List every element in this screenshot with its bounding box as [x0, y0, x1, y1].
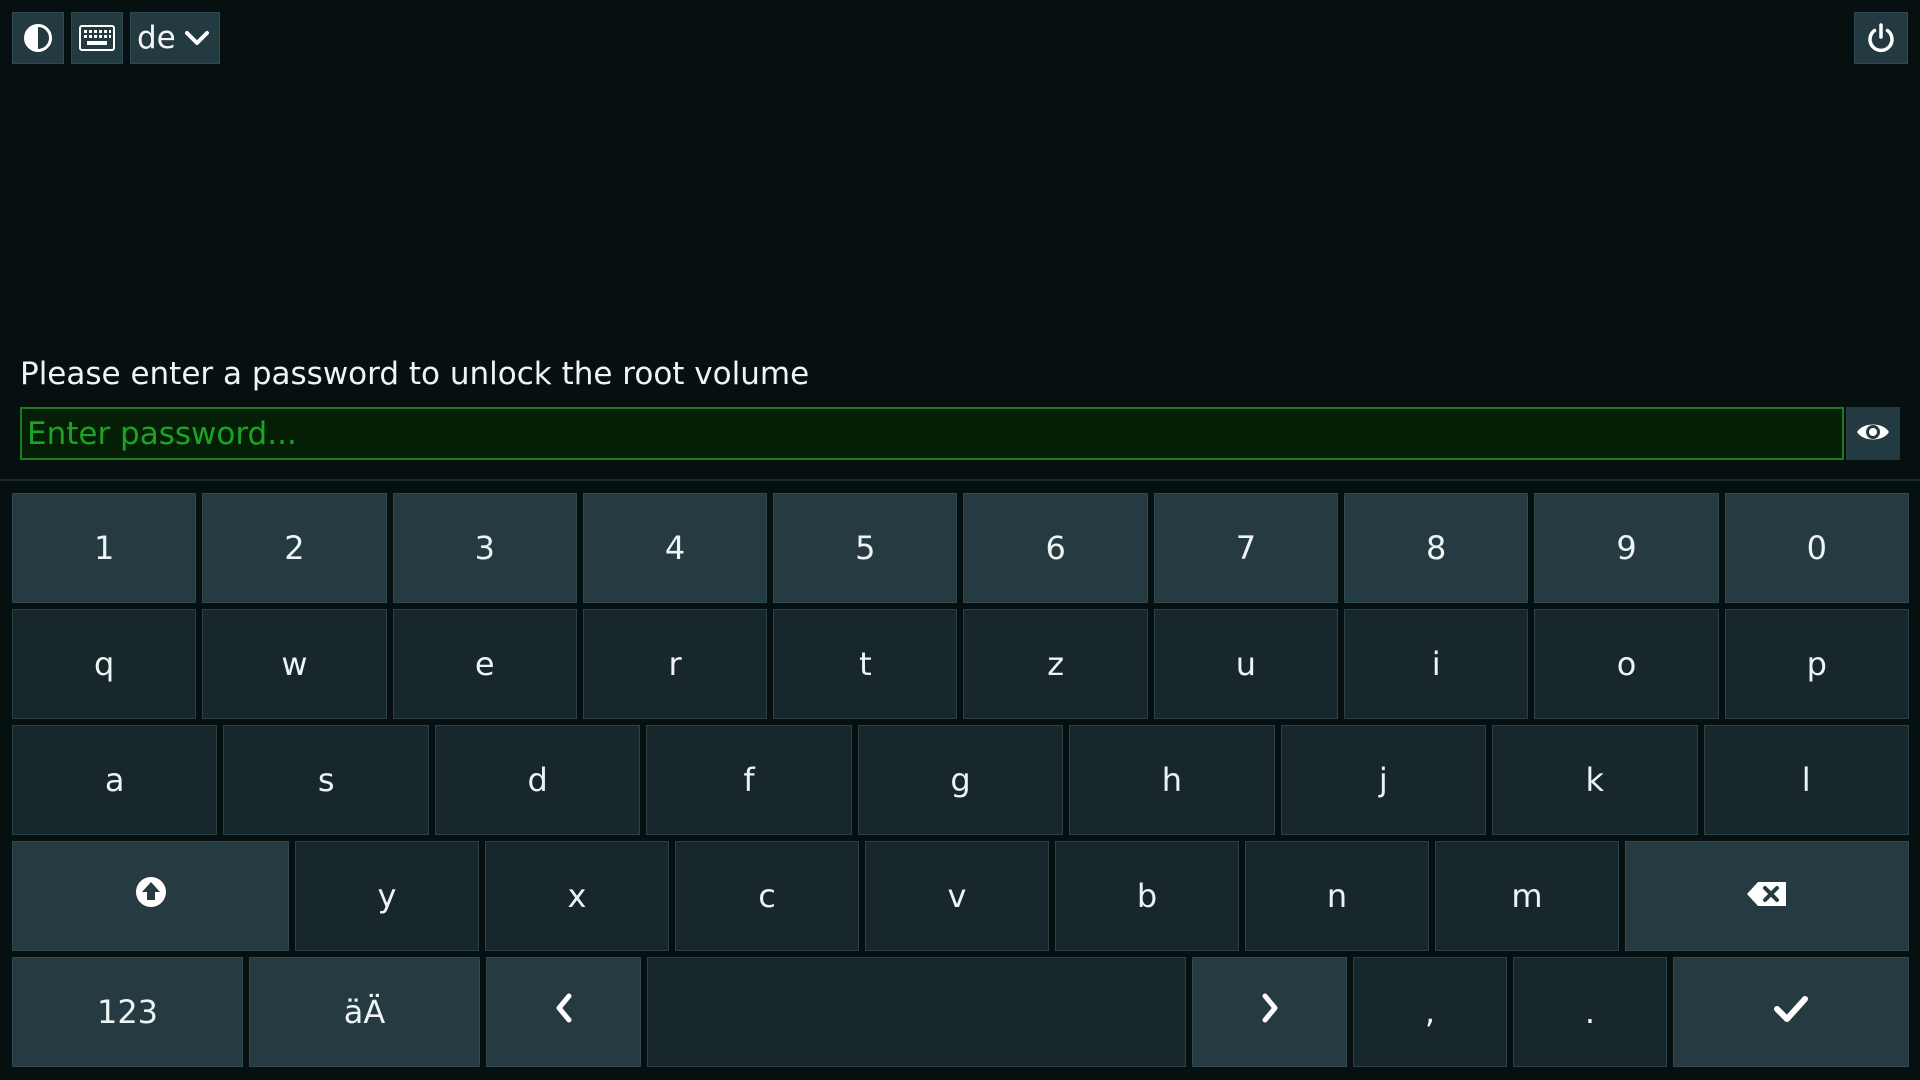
key-r[interactable]: r [582, 609, 768, 719]
umlaut-mode-key[interactable]: äÄ [249, 957, 480, 1067]
key-x[interactable]: x [485, 841, 669, 951]
on-screen-keyboard: 1 2 3 4 5 6 7 8 9 0 q w e r t z u i o p … [12, 493, 1909, 1073]
key-1[interactable]: 1 [12, 493, 197, 603]
password-input[interactable] [20, 407, 1844, 460]
key-o[interactable]: o [1534, 609, 1719, 719]
key-0[interactable]: 0 [1724, 493, 1909, 603]
cursor-right-key[interactable] [1192, 957, 1347, 1067]
key-m[interactable]: m [1435, 841, 1619, 951]
key-d[interactable]: d [434, 725, 641, 835]
key-5[interactable]: 5 [773, 493, 958, 603]
key-c[interactable]: c [675, 841, 859, 951]
key-6[interactable]: 6 [963, 493, 1148, 603]
key-s[interactable]: s [223, 725, 429, 835]
shift-icon [135, 876, 167, 916]
key-u[interactable]: u [1153, 609, 1339, 719]
key-q[interactable]: q [12, 609, 197, 719]
key-y[interactable]: y [295, 841, 479, 951]
key-8[interactable]: 8 [1344, 493, 1529, 603]
divider [0, 479, 1920, 481]
keyboard-row-top: q w e r t z u i o p [12, 609, 1909, 719]
key-comma[interactable]: , [1353, 957, 1507, 1067]
key-3[interactable]: 3 [392, 493, 577, 603]
contrast-icon [23, 23, 53, 53]
enter-key[interactable] [1673, 957, 1909, 1067]
power-icon [1865, 22, 1897, 54]
key-h[interactable]: h [1069, 725, 1275, 835]
show-password-button[interactable] [1846, 407, 1900, 460]
power-button[interactable] [1854, 12, 1908, 64]
key-t[interactable]: t [773, 609, 958, 719]
contrast-toggle-button[interactable] [12, 12, 64, 64]
key-2[interactable]: 2 [202, 493, 387, 603]
keyboard-toggle-button[interactable] [71, 12, 123, 64]
cursor-left-key[interactable] [486, 957, 641, 1067]
key-k[interactable]: k [1492, 725, 1698, 835]
key-g[interactable]: g [857, 725, 1064, 835]
key-period[interactable]: . [1513, 957, 1667, 1067]
key-i[interactable]: i [1344, 609, 1529, 719]
key-9[interactable]: 9 [1534, 493, 1719, 603]
key-w[interactable]: w [202, 609, 387, 719]
chevron-left-icon [554, 992, 574, 1032]
key-4[interactable]: 4 [582, 493, 768, 603]
check-icon [1773, 993, 1809, 1031]
keyboard-row-bottom: y x c v b n m [12, 841, 1909, 951]
keyboard-row-numbers: 1 2 3 4 5 6 7 8 9 0 [12, 493, 1909, 603]
space-key[interactable] [647, 957, 1186, 1067]
key-a[interactable]: a [12, 725, 218, 835]
key-v[interactable]: v [865, 841, 1049, 951]
chevron-down-icon [184, 29, 210, 47]
top-toolbar: de [12, 12, 220, 64]
chevron-right-icon [1260, 992, 1280, 1032]
key-l[interactable]: l [1703, 725, 1909, 835]
numbers-mode-key[interactable]: 123 [12, 957, 243, 1067]
backspace-icon [1746, 877, 1788, 915]
shift-key[interactable] [12, 841, 289, 951]
password-row [20, 407, 1900, 460]
key-7[interactable]: 7 [1153, 493, 1339, 603]
key-j[interactable]: j [1280, 725, 1487, 835]
key-n[interactable]: n [1245, 841, 1429, 951]
keyboard-icon [79, 25, 115, 51]
key-p[interactable]: p [1724, 609, 1909, 719]
unlock-prompt: Please enter a password to unlock the ro… [20, 356, 810, 392]
key-f[interactable]: f [646, 725, 852, 835]
language-select[interactable]: de [130, 12, 220, 64]
keyboard-row-function: 123 äÄ , . [12, 957, 1909, 1067]
backspace-key[interactable] [1625, 841, 1909, 951]
key-e[interactable]: e [392, 609, 577, 719]
keyboard-row-home: a s d f g h j k l [12, 725, 1909, 835]
eye-icon [1855, 420, 1891, 448]
key-b[interactable]: b [1055, 841, 1239, 951]
language-value: de [137, 20, 176, 56]
key-z[interactable]: z [963, 609, 1148, 719]
